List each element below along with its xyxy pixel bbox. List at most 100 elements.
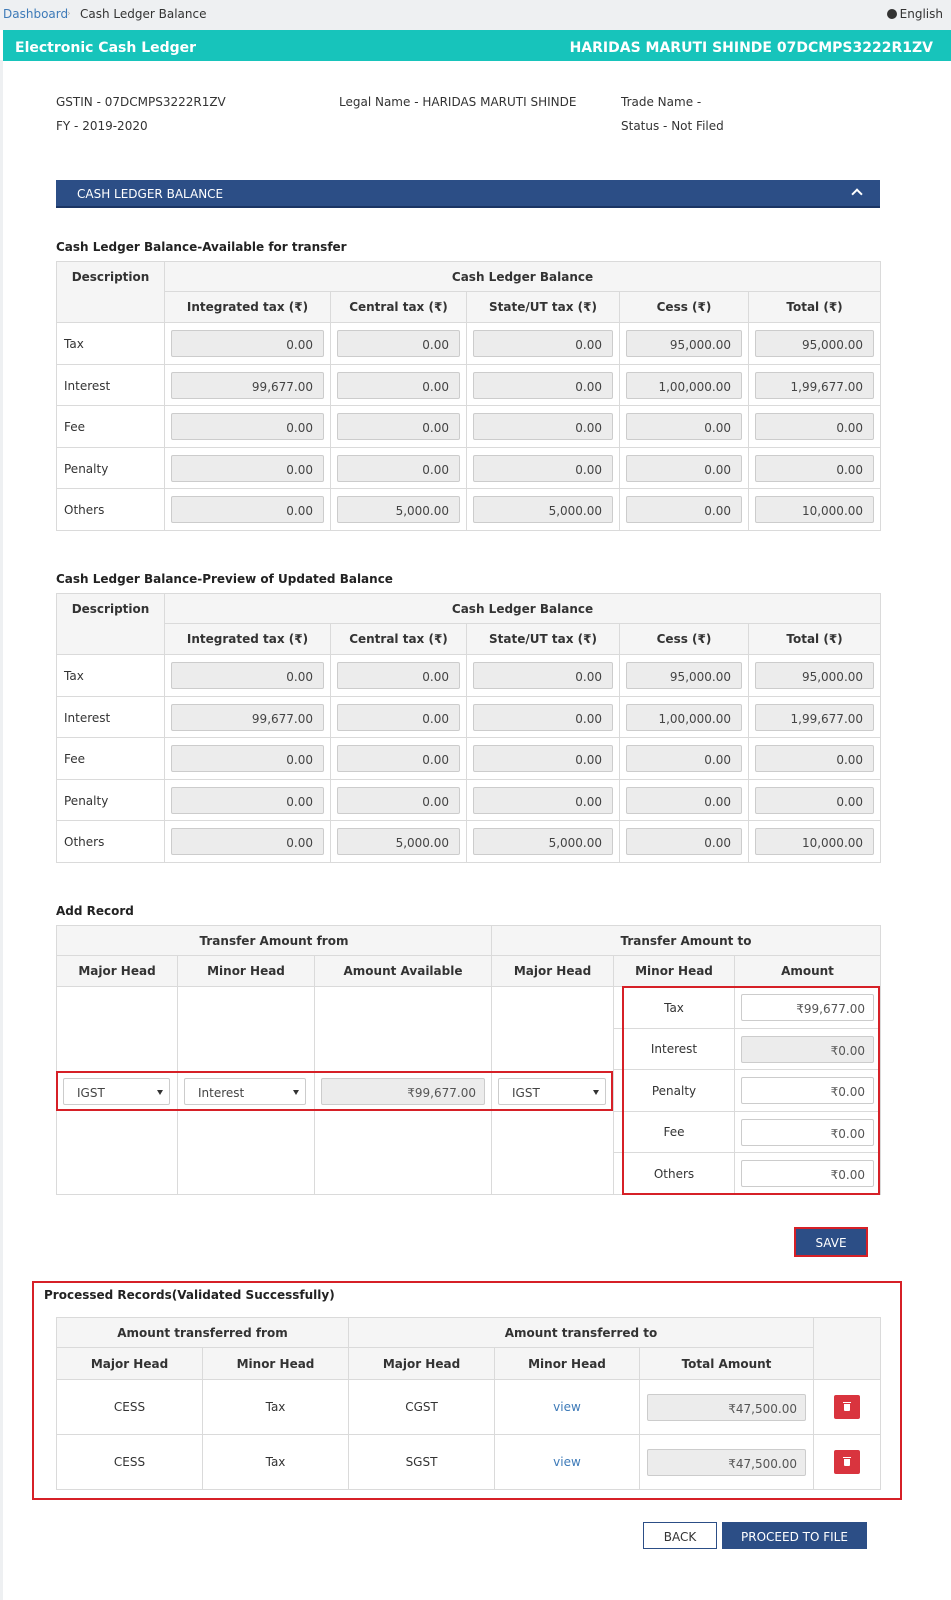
col-integrated-tax: Integrated tax (₹) <box>164 623 331 655</box>
value-field: 0.00 <box>171 496 324 523</box>
row-label: Penalty <box>56 779 165 821</box>
table-row: Penalty 0.00 0.00 0.00 0.00 0.00 <box>56 447 882 489</box>
available-balance-title: Cash Ledger Balance-Available for transf… <box>56 240 347 254</box>
description-header: Description <box>56 261 165 323</box>
value-field: 0.00 <box>755 454 875 482</box>
view-link[interactable]: view <box>553 1455 581 1469</box>
value-field: 5,000.00 <box>473 496 613 523</box>
back-button[interactable]: BACK <box>643 1522 717 1549</box>
value-field: 5,000.00 <box>337 828 460 855</box>
value-field: 0.00 <box>473 703 613 731</box>
value-field: 0.00 <box>171 828 324 855</box>
value-field: 0.00 <box>626 454 742 482</box>
taxpayer-name: HARIDAS MARUTI SHINDE 07DCMPS3222R1ZV <box>569 40 933 56</box>
col-from-major-head: Major Head <box>56 955 178 987</box>
table-row: Others 0.00 5,000.00 5,000.00 0.00 10,00… <box>56 488 882 531</box>
table-row: CESS Tax CGST view ₹47,500.00 <box>56 1379 881 1435</box>
col-total: Total (₹) <box>747 291 882 323</box>
row-label: Others <box>56 820 165 863</box>
col-state-ut-tax: State/UT tax (₹) <box>466 623 620 655</box>
col-integrated-tax: Integrated tax (₹) <box>164 291 331 323</box>
value-field: 0.00 <box>337 413 460 440</box>
chevron-up-icon[interactable] <box>851 188 863 200</box>
value-field: 0.00 <box>626 786 742 814</box>
table-row: Penalty 0.00 0.00 0.00 0.00 0.00 <box>56 779 882 821</box>
value-field: 0.00 <box>337 371 460 399</box>
cash-ledger-balance-header: Cash Ledger Balance <box>163 261 882 292</box>
transferred-from-header: Amount transferred from <box>56 1317 349 1348</box>
from-minor-head: Tax <box>202 1379 349 1435</box>
table-row: Interest 99,677.00 0.00 0.00 1,00,000.00… <box>56 696 882 738</box>
fy-text: FY - 2019-2020 <box>56 119 148 133</box>
value-field: 0.00 <box>473 330 613 357</box>
delete-button[interactable] <box>834 1450 860 1474</box>
cash-ledger-balance-panel-header[interactable]: CASH LEDGER BALANCE <box>56 180 880 208</box>
value-field: 0.00 <box>337 330 460 357</box>
total-amount-field: ₹47,500.00 <box>647 1448 806 1476</box>
legal-name-text: Legal Name - HARIDAS MARUTI SHINDE <box>339 95 577 109</box>
trash-icon <box>843 1402 851 1403</box>
table-row: Tax 0.00 0.00 0.00 95,000.00 95,000.00 <box>56 654 882 697</box>
col-from-minor-head: Minor Head <box>202 1347 349 1380</box>
value-field: 5,000.00 <box>473 828 613 855</box>
value-field: 99,677.00 <box>171 703 324 731</box>
highlight-transfer-from <box>56 1071 613 1111</box>
value-field: 0.00 <box>473 454 613 482</box>
to-major-head: CGST <box>348 1379 495 1435</box>
value-field: 99,677.00 <box>171 371 324 399</box>
language-selector[interactable]: English <box>886 7 943 21</box>
available-balance-table: Description Cash Ledger Balance Integrat… <box>56 261 882 531</box>
col-to-major-head: Major Head <box>491 955 614 987</box>
from-major-head: CESS <box>56 1379 203 1435</box>
value-field: 10,000.00 <box>755 828 875 855</box>
col-total: Total (₹) <box>747 623 882 655</box>
value-field: 0.00 <box>473 371 613 399</box>
transferred-to-header: Amount transferred to <box>348 1317 814 1348</box>
breadcrumb-dashboard-link[interactable]: Dashboard <box>3 7 68 21</box>
breadcrumb-separator: › <box>67 9 71 19</box>
delete-button[interactable] <box>834 1395 860 1419</box>
value-field: 0.00 <box>626 745 742 772</box>
total-amount-field: ₹47,500.00 <box>647 1393 806 1421</box>
value-field: 1,99,677.00 <box>755 371 875 399</box>
breadcrumb-current: Cash Ledger Balance <box>80 7 207 21</box>
table-row: Fee 0.00 0.00 0.00 0.00 0.00 <box>56 737 882 780</box>
from-major-head: CESS <box>56 1434 203 1490</box>
page-title: Electronic Cash Ledger <box>15 40 197 56</box>
value-field: 95,000.00 <box>755 662 875 689</box>
value-field: 0.00 <box>626 496 742 523</box>
table-row: CESS Tax SGST view ₹47,500.00 <box>56 1434 881 1490</box>
value-field: 0.00 <box>755 413 875 440</box>
view-link[interactable]: view <box>553 1400 581 1414</box>
panel-title: CASH LEDGER BALANCE <box>77 187 224 201</box>
value-field: 0.00 <box>626 828 742 855</box>
value-field: 1,00,000.00 <box>626 371 742 399</box>
gstin-text: GSTIN - 07DCMPS3222R1ZV <box>56 95 226 109</box>
value-field: 0.00 <box>337 454 460 482</box>
value-field: 95,000.00 <box>626 330 742 357</box>
proceed-to-file-button[interactable]: PROCEED TO FILE <box>722 1522 867 1549</box>
preview-balance-table: Description Cash Ledger Balance Integrat… <box>56 593 882 863</box>
value-field: 1,00,000.00 <box>626 703 742 731</box>
transfer-from-header: Transfer Amount from <box>56 925 492 956</box>
trade-name-text: Trade Name - <box>621 95 702 109</box>
trash-icon <box>843 1457 851 1458</box>
col-amount-available: Amount Available <box>314 955 492 987</box>
value-field: 95,000.00 <box>755 330 875 357</box>
value-field: 0.00 <box>473 745 613 772</box>
row-label: Others <box>56 488 165 531</box>
value-field: 0.00 <box>626 413 742 440</box>
row-label: Fee <box>56 737 165 780</box>
value-field: 0.00 <box>171 786 324 814</box>
value-field: 0.00 <box>337 662 460 689</box>
value-field: 0.00 <box>337 786 460 814</box>
col-cess: Cess (₹) <box>619 623 749 655</box>
language-label: English <box>899 7 943 21</box>
processed-records-title: Processed Records(Validated Successfully… <box>44 1288 335 1302</box>
col-total-amount: Total Amount <box>639 1347 814 1380</box>
description-header: Description <box>56 593 165 655</box>
col-cess: Cess (₹) <box>619 291 749 323</box>
col-to-minor-head: Minor Head <box>613 955 735 987</box>
col-to-major-head: Major Head <box>348 1347 495 1380</box>
add-record-title: Add Record <box>56 904 134 918</box>
